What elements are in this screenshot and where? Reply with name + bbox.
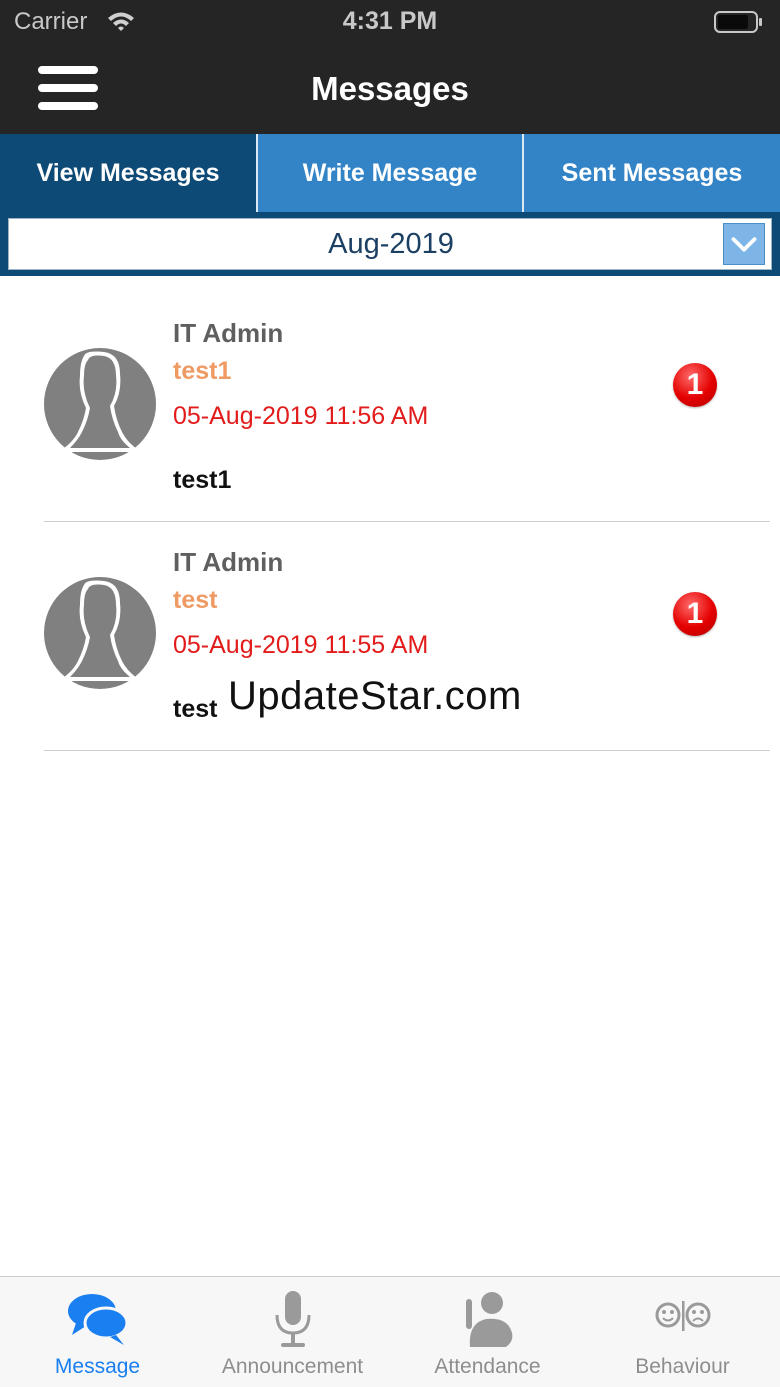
chat-bubbles-icon: [67, 1294, 128, 1345]
bottom-tab-label: Announcement: [221, 1355, 364, 1378]
avatar-placeholder-icon: [44, 577, 156, 689]
bottom-tab-attendance[interactable]: Attendance: [390, 1277, 585, 1387]
microphone-icon: [275, 1291, 310, 1347]
message-datetime: 05-Aug-2019 11:55 AM: [173, 631, 429, 659]
bottom-tab-announcement[interactable]: Announcement: [195, 1277, 390, 1387]
bottom-tab-label: Behaviour: [635, 1355, 730, 1378]
attendance-person-icon: [465, 1292, 512, 1347]
tab-sent-messages[interactable]: Sent Messages: [522, 134, 780, 212]
unread-count-badge: 1: [673, 363, 717, 407]
avatar-placeholder-icon: [44, 348, 156, 460]
message-body: test: [173, 695, 218, 723]
month-dropdown-value: Aug-2019: [328, 228, 454, 260]
tab-write-message[interactable]: Write Message: [256, 134, 522, 212]
status-time: 4:31 PM: [342, 7, 438, 35]
list-item[interactable]: IT Admin test1 05-Aug-2019 11:56 AM test…: [0, 276, 780, 522]
row-divider: [44, 750, 770, 751]
bottom-tab-label: Attendance: [434, 1355, 541, 1378]
bottom-tab-behaviour[interactable]: Behaviour: [585, 1277, 780, 1387]
message-sender: IT Admin: [173, 547, 284, 577]
watermark-text: UpdateStar.com: [228, 674, 522, 718]
page-title: Messages: [311, 70, 469, 107]
month-dropdown[interactable]: Aug-2019: [8, 218, 772, 270]
message-sender: IT Admin: [173, 318, 284, 348]
smiley-frown-icon: [655, 1301, 710, 1331]
message-tabs: View Messages Write Message Sent Message…: [0, 134, 780, 212]
message-datetime: 05-Aug-2019 11:56 AM: [173, 402, 429, 430]
status-bar: Carrier 4:31 PM: [0, 0, 780, 44]
bottom-tab-bar: Message Announcement Attendance Behaviou…: [0, 1276, 780, 1387]
month-filter-bar: Aug-2019: [0, 212, 780, 276]
chevron-down-icon[interactable]: [723, 223, 765, 265]
bottom-tab-label: Message: [54, 1355, 141, 1378]
tab-view-messages[interactable]: View Messages: [0, 134, 256, 212]
message-subject: test1: [173, 357, 232, 385]
message-subject: test: [173, 586, 218, 614]
message-list: IT Admin test1 05-Aug-2019 11:56 AM test…: [0, 276, 780, 751]
bottom-tab-message[interactable]: Message: [0, 1277, 195, 1387]
battery-icon: [714, 11, 762, 33]
message-body: test1: [173, 466, 232, 494]
unread-count-badge: 1: [673, 592, 717, 636]
navigation-bar: Messages: [0, 44, 780, 134]
